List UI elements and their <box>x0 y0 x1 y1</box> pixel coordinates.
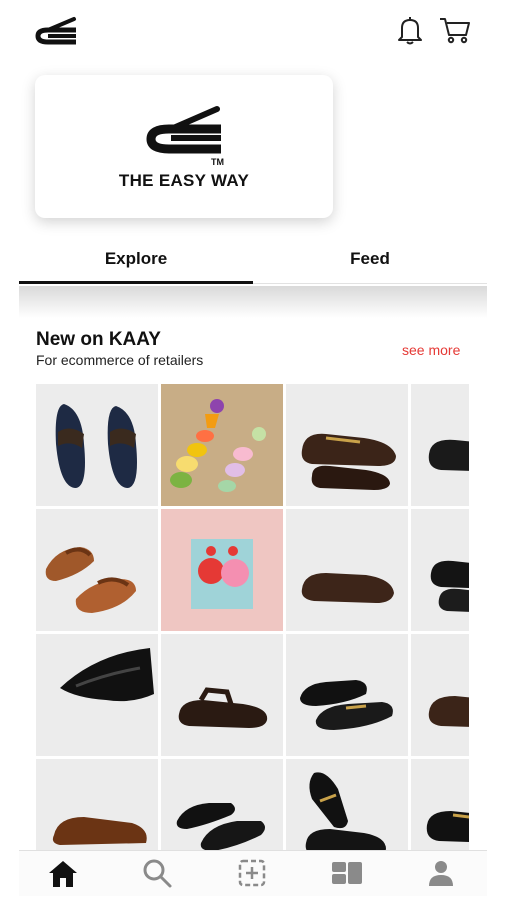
product-tile-black-sandals-pair[interactable] <box>161 759 283 850</box>
loafer-image <box>301 433 396 490</box>
bell-icon[interactable] <box>396 15 424 45</box>
nav-profile[interactable] <box>424 856 458 890</box>
brand-name: THE EASY WAY <box>118 171 250 190</box>
feed-icon <box>332 862 362 884</box>
bottom-nav <box>19 850 487 896</box>
product-grid <box>36 384 469 850</box>
nav-add[interactable] <box>235 856 269 890</box>
product-tile-black-shoes[interactable] <box>411 509 469 631</box>
product-tile-brown-sandal[interactable] <box>161 634 283 756</box>
product-tile-black-buckle-loafers-pair[interactable] <box>286 759 408 850</box>
cart-icon[interactable] <box>438 15 472 45</box>
product-tile-brown-shoe[interactable] <box>411 634 469 756</box>
brand-card[interactable]: TM THE EASY WAY <box>35 75 333 218</box>
sandal-image <box>176 803 265 850</box>
product-tile-pink-earrings-card[interactable] <box>161 509 283 631</box>
tab-explore[interactable]: Explore <box>19 240 253 283</box>
brand-logo-mark: TM <box>146 106 224 167</box>
loafer-image <box>426 811 469 842</box>
trademark-label: TM <box>211 157 224 167</box>
see-more-link[interactable]: see more <box>402 342 460 358</box>
earrings-card-image <box>191 539 253 609</box>
brand-logo-icon[interactable] <box>34 15 80 49</box>
nav-feed[interactable] <box>330 856 364 890</box>
product-tile-colorful-clay-earrings[interactable] <box>161 384 283 506</box>
chappal-image <box>60 648 154 702</box>
active-tab-indicator <box>19 281 253 284</box>
add-post-icon <box>238 859 266 887</box>
shoe-image <box>428 696 469 727</box>
top-bar <box>0 0 507 64</box>
product-tile-tan-peshawari-sandals[interactable] <box>36 509 158 631</box>
product-tile-black-croc-loafers[interactable] <box>286 634 408 756</box>
loafer-image <box>305 772 386 850</box>
profile-icon <box>429 861 453 886</box>
earrings-image <box>170 399 266 492</box>
sandal-image <box>52 817 147 845</box>
tab-divider <box>253 283 487 284</box>
product-tile-navy-peshawari-sandals[interactable] <box>36 384 158 506</box>
search-icon <box>143 859 172 888</box>
sandal-image <box>55 404 137 488</box>
product-tile-brown-buckle-loafer[interactable] <box>286 384 408 506</box>
loafer-image <box>300 680 393 730</box>
product-tile-black-loafer[interactable] <box>411 384 469 506</box>
loafer-image <box>428 439 469 471</box>
product-tile-brown-strap-sandal[interactable] <box>36 759 158 850</box>
section-title: New on KAAY <box>36 329 161 350</box>
product-tile-brown-loafer[interactable] <box>286 509 408 631</box>
sandal-image <box>178 687 268 728</box>
tab-feed[interactable]: Feed <box>253 240 487 283</box>
section-subtitle: For ecommerce of retailers <box>36 352 204 368</box>
nav-search[interactable] <box>140 856 174 890</box>
sandal-image <box>45 547 136 613</box>
header-shadow <box>19 286 487 318</box>
product-tile-black-buckle-loafer[interactable] <box>411 759 469 850</box>
loafer-image <box>301 573 394 603</box>
tab-bar: Explore Feed <box>19 240 487 286</box>
home-icon <box>49 861 77 887</box>
nav-home[interactable] <box>46 856 80 890</box>
shoe-image <box>430 560 469 612</box>
product-tile-black-peshawari-chappal[interactable] <box>36 634 158 756</box>
